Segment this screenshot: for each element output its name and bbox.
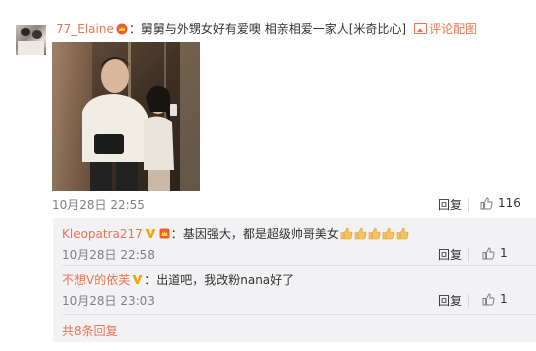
main-comment-line: 77_Elaine ：舅舅与外甥女好有爱噢 相亲相爱一家人[米奇比心] 评论配图 [56, 20, 477, 38]
main-comment-date: 10月28日 22:55 [52, 198, 145, 212]
reply-1-username[interactable]: Kleopatra217 [62, 227, 143, 241]
main-comment-username[interactable]: 77_Elaine [56, 22, 114, 36]
avatar-figure [21, 28, 30, 36]
main-comment-text: 舅舅与外甥女好有爱噢 相亲相爱一家人[米奇比心] [140, 22, 407, 36]
main-comment-reply-button[interactable]: 回复 [438, 196, 462, 213]
reply-2-reply-button[interactable]: 回复 [438, 292, 462, 309]
thumbs-up-icon [480, 197, 493, 210]
comment-picture-link[interactable]: 评论配图 [414, 22, 477, 36]
action-divider [468, 198, 469, 212]
thumbs-up-emoji-icon [396, 227, 409, 240]
verified-v-icon[interactable] [132, 274, 143, 285]
thumbs-up-emoji-icon [340, 227, 353, 240]
reply-1-text: 基因强大，都是超级帅哥美女 [182, 227, 339, 241]
reply-2-colon: ： [144, 273, 157, 287]
thumbs-up-icon [482, 293, 495, 306]
picture-icon [414, 23, 428, 34]
thumbs-up-emoji-icon [382, 227, 395, 240]
reply-separator [62, 314, 536, 315]
reply-1-emojis [339, 227, 409, 241]
main-comment-colon: ： [128, 22, 141, 36]
reply-2-like-button[interactable]: 1 [482, 292, 508, 306]
member-crown-icon[interactable] [159, 228, 170, 239]
reply-1-colon: ： [170, 227, 183, 241]
reply-1-reply-button[interactable]: 回复 [438, 246, 462, 263]
action-divider [468, 294, 469, 308]
total-replies-link[interactable]: 共8条回复 [62, 322, 118, 339]
reply-1-date: 10月28日 22:58 [62, 248, 155, 262]
main-comment-like-button[interactable]: 116 [480, 196, 521, 210]
comment-photo-image [52, 42, 200, 191]
reply-1-like-count: 1 [500, 246, 508, 260]
thumbs-up-icon [482, 247, 495, 260]
reply-2-line: 不想V的依芙 ：出道吧，我改粉nana好了 [62, 272, 294, 288]
reply-2-username[interactable]: 不想V的依芙 [62, 273, 130, 287]
action-divider [468, 248, 469, 262]
avatar[interactable] [16, 25, 46, 55]
reply-separator [62, 265, 536, 266]
comment-photo[interactable] [52, 42, 200, 191]
main-comment-like-count: 116 [498, 196, 521, 210]
verified-v-icon[interactable] [145, 228, 156, 239]
reply-2-text: 出道吧，我改粉nana好了 [156, 273, 295, 287]
member-crown-icon[interactable] [116, 23, 128, 35]
thumbs-up-emoji-icon [354, 227, 367, 240]
reply-2-date: 10月28日 23:03 [62, 294, 155, 308]
comment-picture-label: 评论配图 [429, 22, 478, 36]
avatar-figure [32, 30, 42, 39]
avatar-figure [18, 41, 44, 55]
thumbs-up-emoji-icon [368, 227, 381, 240]
reply-2-like-count: 1 [500, 292, 508, 306]
reply-1-line: Kleopatra217 ：基因强大，都是超级帅哥美女 [62, 226, 409, 242]
reply-1-like-button[interactable]: 1 [482, 246, 508, 260]
